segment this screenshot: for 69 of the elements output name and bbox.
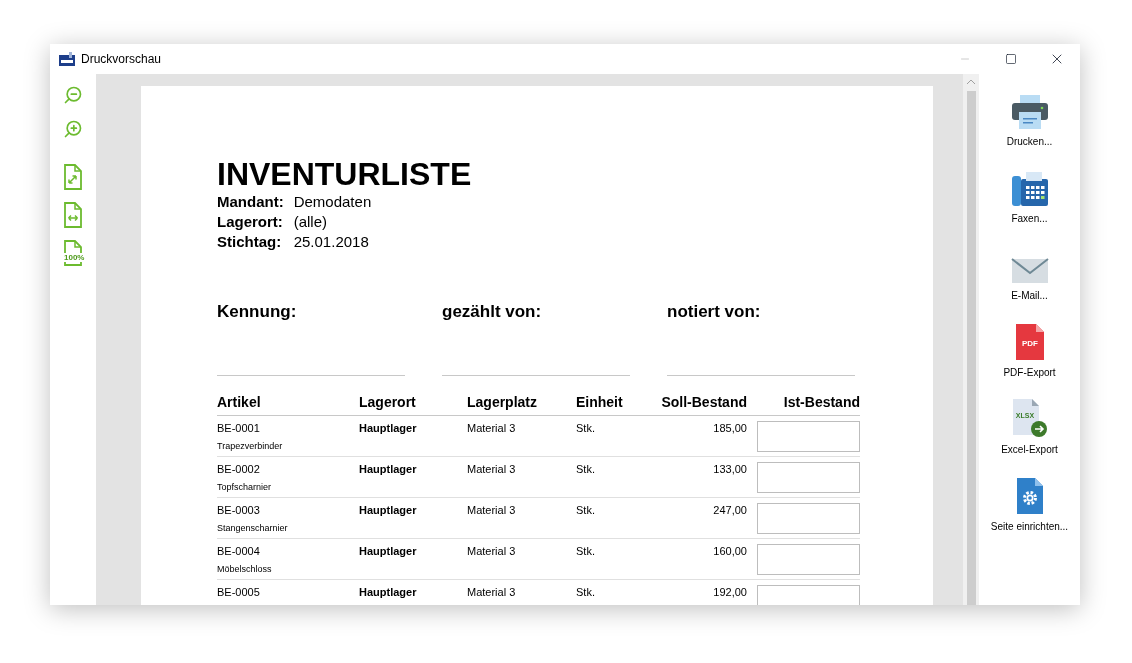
- table-cell-text: 192,00: [712, 585, 747, 600]
- article-number: BE-0001: [217, 421, 261, 436]
- table-cell-text: 247,00: [712, 503, 747, 518]
- action-button[interactable]: Seite einrichten...: [981, 475, 1078, 552]
- article-number: BE-0005: [217, 585, 261, 600]
- column-header: Lagerort: [359, 393, 417, 412]
- zoom-out-button[interactable]: [63, 84, 83, 106]
- scrollbar[interactable]: [963, 74, 979, 605]
- table-cell-text: 160,00: [712, 544, 747, 559]
- table-cell-text: Stk.: [576, 503, 596, 518]
- meta-value: 25.01.2018: [293, 232, 370, 252]
- fill-in-box[interactable]: [757, 421, 860, 452]
- table-cell-text: Hauptlager: [359, 544, 418, 559]
- scrollbar-thumb[interactable]: [966, 91, 976, 605]
- column-header: Ist-Bestand: [782, 393, 860, 412]
- fill-in-box[interactable]: [757, 544, 860, 575]
- table-cell-text: Hauptlager: [359, 462, 418, 477]
- signature-label: notiert von:: [667, 301, 762, 323]
- zoom-in-button[interactable]: [63, 118, 83, 140]
- window-title: Druckvorschau: [81, 51, 162, 68]
- article-number: BE-0003: [217, 503, 261, 518]
- meta-label: Mandant:: [217, 192, 284, 212]
- meta-value: Demodaten: [293, 192, 373, 212]
- table-cell-text: Material 3: [467, 421, 517, 436]
- article-description: Trapezverbinder: [217, 439, 284, 453]
- meta-label: Stichtag:: [217, 232, 283, 252]
- table-cell-text: Stk.: [576, 462, 596, 477]
- meta-label: Lagerort:: [217, 212, 284, 232]
- column-header: Einheit: [576, 393, 624, 412]
- action-button[interactable]: Faxen...: [981, 167, 1078, 244]
- table-cell-text: Stk.: [576, 544, 596, 559]
- action-button[interactable]: Drucken...: [981, 90, 1078, 167]
- meta-value: (alle): [293, 212, 328, 232]
- column-header: Lagerplatz: [467, 393, 538, 412]
- fill-in-box[interactable]: [757, 462, 860, 493]
- pdf-file-icon: PDF: [1014, 323, 1045, 361]
- table-cell-text: Hauptlager: [359, 503, 418, 518]
- table-cell-text: Material 3: [467, 503, 517, 518]
- table-cell-text: Stk.: [576, 421, 596, 436]
- printer-icon: [1010, 94, 1049, 130]
- table-cell-text: Material 3: [467, 544, 517, 559]
- actual-size-button[interactable]: 100%: [62, 240, 84, 266]
- table-cell-text: Material 3: [467, 585, 517, 600]
- article-number: BE-0002: [217, 462, 261, 477]
- table-cell-text: 133,00: [712, 462, 747, 477]
- fit-width-button[interactable]: [62, 202, 84, 228]
- fax-icon: [1010, 171, 1049, 207]
- table-cell-text: Hauptlager: [359, 421, 418, 436]
- signature-label: gezählt von:: [442, 301, 543, 323]
- table-cell-text: Material 3: [467, 462, 517, 477]
- column-header: Artikel: [217, 393, 262, 412]
- signature-label: Kennung:: [217, 301, 298, 323]
- fit-page-button[interactable]: [62, 164, 84, 190]
- article-description: Möbelschloss: [217, 562, 273, 576]
- action-button[interactable]: PDF PDF-Export: [981, 321, 1078, 398]
- fill-in-box[interactable]: [757, 503, 860, 534]
- table-cell-text: Hauptlager: [359, 585, 418, 600]
- action-button[interactable]: E-Mail...: [981, 244, 1078, 321]
- article-number: BE-0004: [217, 544, 261, 559]
- article-description: Topfscharnier: [217, 480, 273, 494]
- column-header: Soll-Bestand: [660, 393, 747, 412]
- table-cell-text: 185,00: [712, 421, 747, 436]
- envelope-icon: [1010, 258, 1049, 284]
- table-cell-text: Stk.: [576, 585, 596, 600]
- document-title: INVENTURLISTE: [217, 156, 473, 192]
- scroll-up-icon: [967, 79, 975, 84]
- app-logo-icon: [59, 52, 75, 66]
- article-description: Stangenscharnier: [217, 521, 289, 535]
- settings-file-icon: [1015, 477, 1044, 515]
